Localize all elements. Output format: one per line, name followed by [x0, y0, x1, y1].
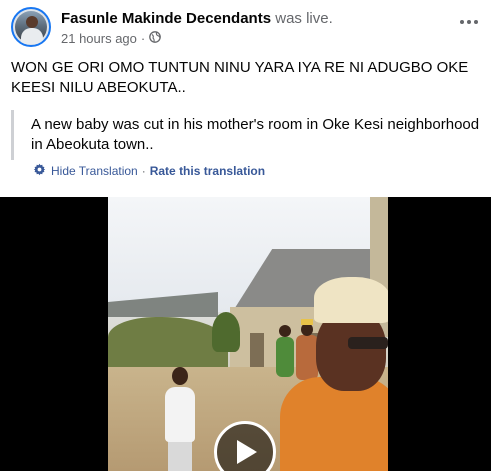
post-message: WON GE ORI OMO TUNTUN NINU YARA IYA RE N…: [11, 59, 469, 96]
avatar-head: [26, 16, 38, 28]
author-line: Fasunle Makinde Decendants was live.: [61, 10, 333, 27]
video-player[interactable]: [0, 197, 491, 471]
video-bush: [108, 317, 228, 367]
post-meta: 21 hours ago ·: [61, 31, 162, 46]
translation-actions: Hide Translation · Rate this translation: [33, 163, 265, 179]
video-person: [279, 325, 291, 337]
translation-separator: ·: [141, 164, 146, 178]
hide-translation-link[interactable]: Hide Translation: [51, 164, 138, 178]
post-header: Fasunle Makinde Decendants was live. 21 …: [0, 0, 491, 60]
video-person: [314, 277, 388, 323]
video-person: [280, 377, 388, 471]
more-options-icon[interactable]: [455, 12, 483, 32]
video-person: [165, 387, 195, 442]
video-person: [168, 437, 192, 471]
live-status-text: was live.: [275, 10, 333, 27]
video-palm: [212, 312, 240, 352]
avatar-body: [21, 28, 43, 44]
video-person: [276, 337, 294, 377]
translation-text: A new baby was cut in his mother's room …: [31, 116, 480, 153]
avatar-image: [15, 11, 47, 44]
meta-separator: ·: [140, 31, 146, 46]
video-glasses: [348, 337, 388, 349]
rate-translation-link[interactable]: Rate this translation: [150, 164, 265, 178]
page-avatar[interactable]: [11, 7, 51, 47]
author-name-link[interactable]: Fasunle Makinde Decendants: [61, 10, 271, 27]
video-person: [172, 367, 188, 385]
gear-icon: [33, 163, 51, 179]
video-person: [301, 319, 313, 325]
video-person: [296, 335, 318, 380]
translation-block: A new baby was cut in his mother's room …: [11, 110, 481, 160]
globe-icon: [149, 31, 162, 46]
post-timestamp[interactable]: 21 hours ago: [61, 31, 137, 46]
